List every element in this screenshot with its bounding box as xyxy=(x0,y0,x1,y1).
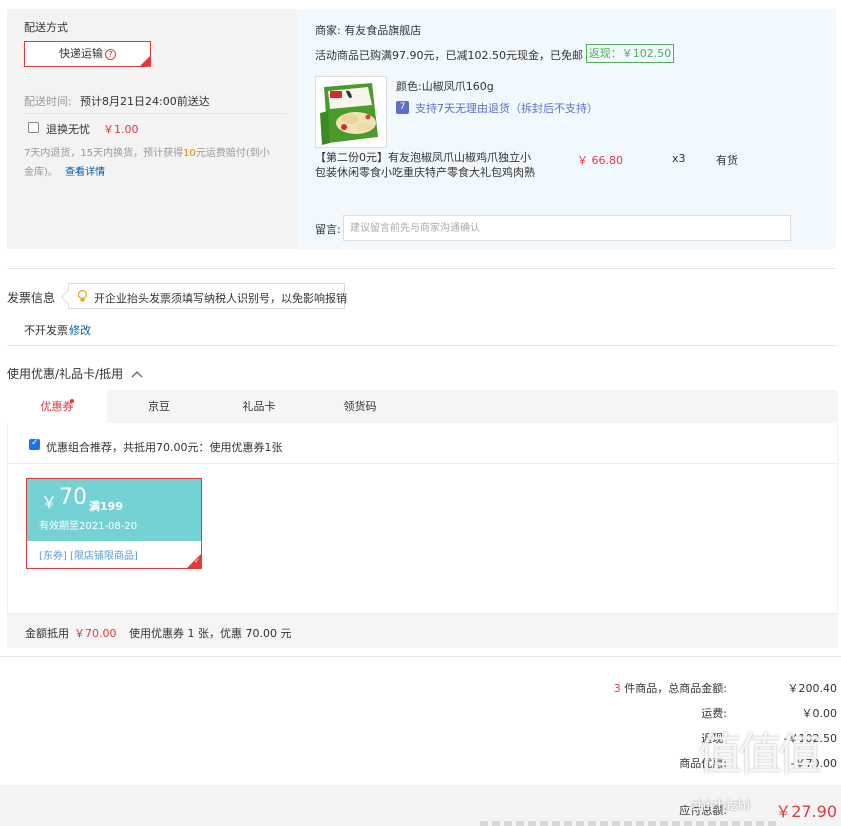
no-worry-desc-highlight: 10 xyxy=(183,148,196,159)
invoice-edit-link[interactable]: 修改 xyxy=(69,322,91,338)
tab-jingdou[interactable]: 京豆 xyxy=(107,390,211,423)
shipping-divider xyxy=(24,113,286,114)
rebate-badge: 返现：￥102.50 xyxy=(586,44,674,63)
seller-info: 商家: 有友食品旗舰店 xyxy=(315,22,421,38)
view-details-link[interactable]: 查看详情 xyxy=(65,167,105,178)
tab-coupons-label: 优惠券 xyxy=(40,400,74,413)
coupon-section-title: 使用优惠/礼品卡/抵用 xyxy=(7,367,124,381)
no-worry-desc-2: 元运费赔付(到小 xyxy=(195,148,270,159)
coupon-condition: 满199 xyxy=(89,500,123,513)
seller-label: 商家: xyxy=(315,24,341,37)
recommend-checkbox[interactable] xyxy=(29,438,40,450)
invoice-tip: 开企业抬头发票须填写纳税人识别号，以免影响报销 xyxy=(68,283,347,309)
coupon-tags: [东券] [限店铺限商品] xyxy=(39,551,138,562)
no-worry-price: ￥1.00 xyxy=(103,123,139,136)
section-divider xyxy=(0,656,841,657)
tab-claim-code[interactable]: 领货码 xyxy=(307,390,413,423)
coupon-card[interactable]: ￥ 70 满199 有效期至2021-08-20 [东券] [限店铺限商品] xyxy=(26,478,202,569)
product-photo-icon xyxy=(316,77,386,147)
summary-rebate-label: 返现: xyxy=(701,732,727,745)
new-dot-icon xyxy=(70,399,74,403)
truncated-footer-text xyxy=(480,821,780,826)
coupon-footer-desc: 使用优惠券 1 张，优惠 70.00 元 xyxy=(129,627,292,640)
watermark-glyphs: 值值值 xyxy=(698,729,822,780)
no-worry-label: 退换无忧 xyxy=(46,123,90,136)
summary-discount-row: 商品优惠: -￥70.00 xyxy=(0,755,841,770)
section-divider xyxy=(7,345,836,346)
summary-freight-label: 运费: xyxy=(701,707,727,720)
seven-day-return-icon: 7 xyxy=(396,101,409,114)
summary-items-row: 3 件商品，总商品金额: ￥200.40 xyxy=(0,680,841,696)
payable-bar: 应付总额: ￥27.90 xyxy=(0,785,841,826)
payable-label: 应付总额: xyxy=(679,804,727,817)
summary-items-text: 件商品，总商品金额: xyxy=(624,682,727,695)
invoice-title: 发票信息 xyxy=(7,291,56,305)
product-color: 颜色:山椒凤爪160g xyxy=(396,78,494,94)
summary-discount-value: -￥70.00 xyxy=(790,757,837,770)
summary-freight-value: ￥0.00 xyxy=(801,707,838,720)
question-circle-icon[interactable]: ? xyxy=(105,49,116,60)
coupon-footer-amount: ￥70.00 xyxy=(74,627,117,640)
product-name-line1: 【第二份0元】有友泡椒凤爪山椒鸡爪独立小 xyxy=(315,151,531,164)
selected-check-icon xyxy=(187,554,201,568)
seller-name: 有友食品旗舰店 xyxy=(344,24,422,37)
summary-items-count: 3 xyxy=(613,682,621,695)
product-qty: x3 xyxy=(672,152,686,165)
section-divider xyxy=(7,268,836,269)
memo-label: 留言: xyxy=(315,223,341,236)
summary-rebate-value: -￥102.50 xyxy=(783,732,837,745)
color-value: 山椒凤爪160g xyxy=(421,80,494,93)
coupon-divider xyxy=(8,463,837,464)
tab-coupons[interactable]: 优惠券 xyxy=(7,390,107,423)
product-name[interactable]: 【第二份0元】有友泡椒凤爪山椒鸡爪独立小 包装休闲零食小吃重庆特产零食大礼包鸡肉… xyxy=(315,150,545,180)
invoice-tip-text: 开企业抬头发票须填写纳税人识别号，以免影响报销 xyxy=(94,292,347,305)
shipping-method-label: 快递运输 xyxy=(59,47,103,60)
summary-discount-label: 商品优惠: xyxy=(679,757,727,770)
product-price: ￥ 66.80 xyxy=(577,154,623,167)
summary-items-value: ￥200.40 xyxy=(787,682,838,695)
summary-rebate-row: 返现: -￥102.50 xyxy=(0,730,841,745)
no-worry-desc-1: 7天内退货，15天内换货，预计获得 xyxy=(24,148,184,159)
coupon-validity: 有效期至2021-08-20 xyxy=(39,521,138,532)
payable-value: ￥27.90 xyxy=(775,802,837,821)
coupon-footer-label: 金额抵用 xyxy=(25,627,69,640)
coupon-summary-bar: 金额抵用 ￥70.00 使用优惠券 1 张，优惠 70.00 元 xyxy=(7,614,838,648)
summary-items-label: 3 件商品，总商品金额: xyxy=(614,680,727,696)
product-name-line2: 包装休闲零食小吃重庆特产零食大礼包鸡肉熟 xyxy=(315,166,535,179)
no-worry-desc-3: 金库)。 xyxy=(24,167,58,178)
coupon-section-toggle[interactable]: 使用优惠/礼品卡/抵用 xyxy=(7,365,143,382)
recommend-text: 优惠组合推荐，共抵用70.00元：使用优惠券1张 xyxy=(46,441,283,454)
return-policy: 支持7天无理由退货（拆封后不支持） xyxy=(415,102,598,115)
product-image[interactable] xyxy=(315,76,387,148)
coupon-card-top: ￥ 70 满199 有效期至2021-08-20 xyxy=(27,479,201,541)
coupon-currency: ￥ xyxy=(41,493,58,512)
product-stock: 有货 xyxy=(716,154,738,167)
shipping-method-button[interactable]: 快递运输? xyxy=(24,41,151,81)
delivery-time-value: 预计8月21日24:00前送达 xyxy=(80,95,210,108)
invoice-value: 不开发票 xyxy=(24,324,68,337)
memo-input[interactable] xyxy=(343,215,791,241)
summary-freight-row: 运费: ￥0.00 xyxy=(0,705,841,720)
selected-corner-icon xyxy=(140,56,150,81)
chevron-up-icon xyxy=(131,371,143,378)
no-worry-description: 7天内退货，15天内换货，预计获得10元运费赔付(到小 金库)。 查看详情 xyxy=(24,144,292,182)
promo-text: 活动商品已购满97.90元，已减102.50元现金，已免邮 xyxy=(315,49,583,62)
tab-gift-card[interactable]: 礼品卡 xyxy=(211,390,307,423)
coupon-amount: 70 xyxy=(59,485,87,510)
delivery-time-label: 配送时间: xyxy=(24,95,72,108)
no-worry-checkbox[interactable] xyxy=(28,122,39,133)
coupon-tabs: 优惠券 京豆 礼品卡 领货码 xyxy=(7,390,838,423)
color-label: 颜色: xyxy=(396,80,422,93)
lightbulb-icon xyxy=(77,290,88,302)
shipping-title: 配送方式 xyxy=(24,21,68,34)
